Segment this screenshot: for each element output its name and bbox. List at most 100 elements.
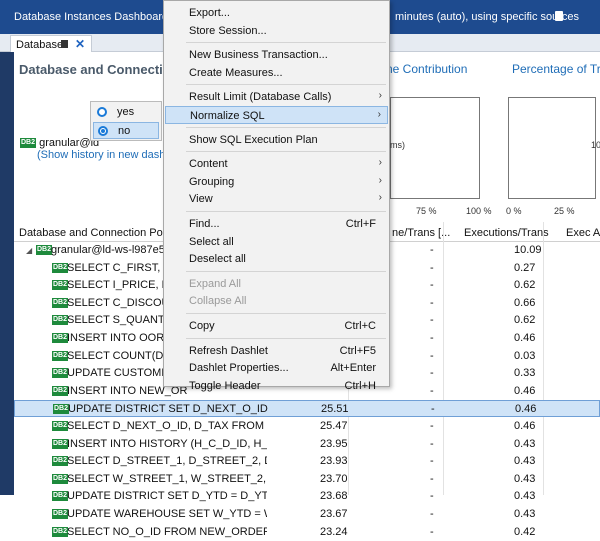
db2-icon: DB2 xyxy=(52,491,69,502)
column-header-executions[interactable]: Executions/Trans xyxy=(464,227,549,239)
lock-icon[interactable] xyxy=(555,11,563,21)
menu-item-label: Create Measures... xyxy=(189,66,283,79)
table-row[interactable]: DB2INSERT INTO HISTORY (H_C_D_ID, H_C_W_… xyxy=(14,436,600,453)
cell-executions: 0.46 xyxy=(514,384,536,397)
show-history-link[interactable]: (Show history in new dashboa xyxy=(37,149,184,161)
menu-item-store-session[interactable]: Store Session... xyxy=(165,22,388,40)
column-header-exec-avg[interactable]: Exec Av xyxy=(566,227,600,239)
cell-executions: 0.66 xyxy=(514,296,536,309)
tab-database[interactable]: Database ✕ xyxy=(10,35,92,52)
cell-time: 23.93 xyxy=(320,455,348,468)
chevron-right-icon: › xyxy=(378,157,382,169)
table-row[interactable]: DB2SELECT D_NEXT_O_ID, D_TAX FROM DISTRI… xyxy=(14,418,600,435)
radio-label: no xyxy=(118,125,131,137)
menu-item-grouping[interactable]: Grouping › xyxy=(165,173,388,191)
chart-title-percentage: Percentage of Tran xyxy=(512,62,600,76)
menu-item-collapse-all: Collapse All xyxy=(165,292,388,310)
table-row[interactable]: DB2UPDATE WAREHOUSE SET W_YTD = W_YTD 23.… xyxy=(14,506,600,523)
cell-executions: 0.46 xyxy=(514,332,536,344)
cell-time-per-trans: - xyxy=(430,314,434,327)
menu-separator xyxy=(186,42,386,44)
menu-item-label: Deselect all xyxy=(189,253,246,266)
cell-time-per-trans: - xyxy=(430,332,434,344)
cell-time-per-trans: - xyxy=(430,244,434,256)
cell-executions: 0.62 xyxy=(514,314,536,327)
menu-item-label: New Business Transaction... xyxy=(189,49,328,62)
cell-time-per-trans: - xyxy=(430,420,434,432)
menu-item-refresh-dashlet[interactable]: Refresh Dashlet Ctrl+F5 xyxy=(165,342,388,360)
menu-item-label: Normalize SQL xyxy=(190,110,265,122)
menu-item-result-limit-database-calls[interactable]: Result Limit (Database Calls) › xyxy=(165,88,388,106)
table-row[interactable]: DB2SELECT W_STREET_1, W_STREET_2, W_CITY… xyxy=(14,471,600,488)
menu-item-show-sql-execution-plan[interactable]: Show SQL Execution Plan xyxy=(165,131,388,149)
expand-toggle-icon[interactable]: ◢ xyxy=(26,246,32,255)
table-row[interactable]: DB2UPDATE DISTRICT SET D_NEXT_O_ID = D_N… xyxy=(14,400,600,418)
db2-icon: DB2 xyxy=(52,315,69,326)
left-window-strip xyxy=(0,0,14,495)
menu-item-expand-all: Expand All xyxy=(165,275,388,293)
cell-executions: 0.46 xyxy=(514,420,536,432)
chart-side-label: 10 xyxy=(591,140,600,150)
cell-executions: 0.43 xyxy=(514,472,536,485)
cell-time-per-trans: - xyxy=(430,472,434,485)
menu-item-create-measures[interactable]: Create Measures... xyxy=(165,64,388,82)
cell-time: 25.47 xyxy=(320,420,348,432)
menu-item-shortcut: Ctrl+H xyxy=(344,379,376,392)
cell-time-per-trans: - xyxy=(430,508,434,520)
chart-tick: 75 % xyxy=(416,206,437,216)
section-title: Database and Connectio xyxy=(19,62,171,77)
normalize-sql-submenu: yes no xyxy=(90,101,162,141)
close-icon[interactable]: ✕ xyxy=(75,37,85,51)
menu-item-shortcut: Alt+Enter xyxy=(330,362,376,375)
cell-executions: 0.43 xyxy=(514,455,536,468)
radio-option-no[interactable]: no xyxy=(93,122,159,139)
cell-executions: 0.62 xyxy=(514,279,536,292)
table-row[interactable]: DB2UPDATE DISTRICT SET D_YTD = D_YTD + ?… xyxy=(14,488,600,505)
db2-icon: DB2 xyxy=(52,456,69,467)
radio-button-icon xyxy=(97,107,107,117)
cell-executions: 0.43 xyxy=(514,437,536,450)
menu-item-label: Grouping xyxy=(189,175,235,188)
menu-item-new-business-transaction[interactable]: New Business Transaction... xyxy=(165,46,388,64)
cell-time: 23.24 xyxy=(320,525,348,538)
cell-time: 25.51 xyxy=(321,403,349,416)
menu-item-select-all[interactable]: Select all xyxy=(165,233,388,251)
menu-item-copy[interactable]: Copy Ctrl+C xyxy=(165,317,388,335)
menu-item-view[interactable]: View › xyxy=(165,190,388,208)
menu-item-label: Copy xyxy=(189,320,215,332)
menu-item-label: Expand All xyxy=(189,277,241,290)
cell-executions: 0.43 xyxy=(514,508,536,520)
radio-option-yes[interactable]: yes xyxy=(93,104,159,121)
column-header-name[interactable]: Database and Connection Pool xyxy=(19,227,171,239)
tab-lock-icon xyxy=(61,40,68,48)
cell-time: 23.70 xyxy=(320,472,348,485)
cell-time-per-trans: - xyxy=(431,403,435,416)
db2-icon: DB2 xyxy=(52,385,69,396)
db2-icon: DB2 xyxy=(52,297,69,308)
db2-icon: DB2 xyxy=(36,245,53,255)
cell-name: UPDATE WAREHOUSE SET W_YTD = W_YTD xyxy=(67,508,267,520)
table-row[interactable]: DB2SELECT NO_O_ID FROM NEW_ORDER WHERE 23… xyxy=(14,524,600,541)
menu-item-content[interactable]: Content › xyxy=(165,155,388,173)
cell-executions: 0.42 xyxy=(514,525,536,538)
menu-item-deselect-all[interactable]: Deselect all xyxy=(165,250,388,268)
menu-item-normalize-sql[interactable]: Normalize SQL › xyxy=(165,106,388,124)
menu-item-find[interactable]: Find... Ctrl+F xyxy=(165,215,388,233)
db2-icon: DB2 xyxy=(53,404,70,415)
tab-label: Database xyxy=(16,39,64,51)
column-header-time[interactable]: ne/Trans [... xyxy=(392,227,450,239)
radio-button-selected-icon xyxy=(98,126,108,136)
menu-item-dashlet-properties[interactable]: Dashlet Properties... Alt+Enter xyxy=(165,359,388,377)
menu-item-export[interactable]: Export... xyxy=(165,4,388,22)
chart-tick: 0 % xyxy=(506,206,522,216)
cell-time-per-trans: - xyxy=(430,437,434,450)
chevron-right-icon: › xyxy=(378,192,382,204)
db2-icon: DB2 xyxy=(20,138,37,149)
chart-tick: ms) xyxy=(390,140,405,150)
context-menu: Export... Store Session... New Business Tr… xyxy=(163,0,390,392)
menu-item-toggle-header[interactable]: Toggle Header Ctrl+H xyxy=(165,377,388,395)
menu-item-shortcut: Ctrl+C xyxy=(344,320,376,332)
table-row[interactable]: DB2SELECT D_STREET_1, D_STREET_2, D_CITY… xyxy=(14,453,600,470)
menu-separator xyxy=(186,126,386,128)
cell-time-per-trans: - xyxy=(430,384,434,397)
